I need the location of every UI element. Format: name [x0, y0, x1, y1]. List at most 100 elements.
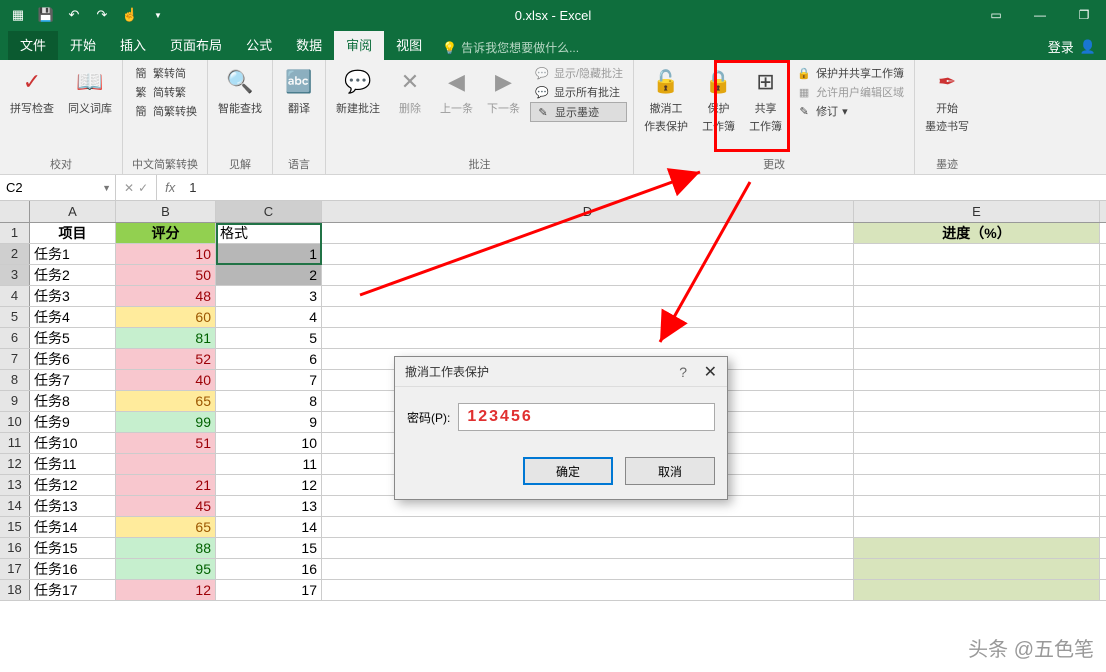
cell[interactable]: [322, 286, 854, 306]
menu-review[interactable]: 审阅: [334, 31, 384, 60]
cell[interactable]: 项目: [30, 223, 116, 243]
cell[interactable]: [322, 517, 854, 537]
protect-workbook-button[interactable]: 🔒保护工作簿: [698, 64, 739, 136]
trad-to-simp-button[interactable]: 簡繁转简: [129, 64, 201, 82]
cell[interactable]: 99: [116, 412, 216, 432]
cell[interactable]: 任务8: [30, 391, 116, 411]
chevron-down-icon[interactable]: ▼: [102, 183, 111, 193]
cell[interactable]: 48: [116, 286, 216, 306]
cell[interactable]: 81: [116, 328, 216, 348]
row-header[interactable]: 13: [0, 475, 30, 495]
menu-file[interactable]: 文件: [8, 31, 58, 60]
row-header[interactable]: 4: [0, 286, 30, 306]
row-header[interactable]: 8: [0, 370, 30, 390]
share-workbook-button[interactable]: ⊞共享工作簿: [745, 64, 786, 136]
save-icon[interactable]: 💾: [38, 7, 54, 23]
simp-to-trad-button[interactable]: 繁简转繁: [129, 83, 201, 101]
cell[interactable]: [854, 286, 1100, 306]
show-hide-comment-button[interactable]: 💬显示/隐藏批注: [530, 64, 627, 82]
select-all-corner[interactable]: [0, 201, 30, 222]
cell[interactable]: 51: [116, 433, 216, 453]
formula-input[interactable]: 1: [183, 180, 1106, 195]
cell[interactable]: 格式: [216, 223, 322, 243]
cell[interactable]: 任务16: [30, 559, 116, 579]
login-button[interactable]: 登录👤: [1048, 37, 1096, 60]
cell[interactable]: 评分: [116, 223, 216, 243]
row-header[interactable]: 5: [0, 307, 30, 327]
cell[interactable]: [322, 265, 854, 285]
cell[interactable]: [854, 475, 1100, 495]
cell[interactable]: 14: [216, 517, 322, 537]
row-header[interactable]: 1: [0, 223, 30, 243]
cell[interactable]: 5: [216, 328, 322, 348]
cell[interactable]: [854, 265, 1100, 285]
minimize-icon[interactable]: —: [1018, 0, 1062, 30]
cell[interactable]: 任务10: [30, 433, 116, 453]
menu-data[interactable]: 数据: [284, 31, 334, 60]
cell[interactable]: 任务11: [30, 454, 116, 474]
row-header[interactable]: 11: [0, 433, 30, 453]
password-input[interactable]: 123456: [458, 403, 715, 431]
menu-view[interactable]: 视图: [384, 31, 434, 60]
cell[interactable]: 任务3: [30, 286, 116, 306]
chinese-convert-button[interactable]: 簡简繁转换: [129, 102, 201, 120]
menu-insert[interactable]: 插入: [108, 31, 158, 60]
new-comment-button[interactable]: 💬新建批注: [332, 64, 384, 118]
cell[interactable]: [322, 328, 854, 348]
row-header[interactable]: 18: [0, 580, 30, 600]
touch-mode-icon[interactable]: ☝: [122, 7, 138, 23]
cell[interactable]: [322, 538, 854, 558]
cell[interactable]: [854, 517, 1100, 537]
cell[interactable]: 95: [116, 559, 216, 579]
cell[interactable]: [116, 454, 216, 474]
allow-edit-ranges-button[interactable]: ▦允许用户编辑区域: [792, 83, 908, 101]
next-comment-button[interactable]: ▶下一条: [483, 64, 524, 118]
close-icon[interactable]: ✕: [704, 362, 717, 382]
row-header[interactable]: 6: [0, 328, 30, 348]
cell[interactable]: [854, 370, 1100, 390]
cell[interactable]: 任务5: [30, 328, 116, 348]
row-header[interactable]: 12: [0, 454, 30, 474]
cell[interactable]: 9: [216, 412, 322, 432]
menu-home[interactable]: 开始: [58, 31, 108, 60]
cell[interactable]: 17: [216, 580, 322, 600]
row-header[interactable]: 2: [0, 244, 30, 264]
col-header-A[interactable]: A: [30, 201, 116, 222]
cell[interactable]: [322, 307, 854, 327]
enter-icon[interactable]: ✓: [138, 181, 148, 195]
cell[interactable]: 21: [116, 475, 216, 495]
cell[interactable]: 6: [216, 349, 322, 369]
cell[interactable]: [322, 559, 854, 579]
name-box[interactable]: C2▼: [0, 175, 116, 200]
cell[interactable]: 11: [216, 454, 322, 474]
customize-qat-icon[interactable]: ▼: [150, 7, 166, 23]
cell[interactable]: [854, 391, 1100, 411]
cell[interactable]: 任务17: [30, 580, 116, 600]
cell[interactable]: [854, 559, 1100, 579]
translate-button[interactable]: 🔤翻译: [279, 64, 319, 118]
col-header-B[interactable]: B: [116, 201, 216, 222]
cell[interactable]: 2: [216, 265, 322, 285]
cancel-icon[interactable]: ✕: [124, 181, 134, 195]
cell[interactable]: [854, 496, 1100, 516]
cell[interactable]: 12: [116, 580, 216, 600]
menu-pagelayout[interactable]: 页面布局: [158, 31, 234, 60]
cell[interactable]: 4: [216, 307, 322, 327]
cell[interactable]: [854, 454, 1100, 474]
cell[interactable]: [854, 349, 1100, 369]
cell[interactable]: [854, 580, 1100, 600]
restore-icon[interactable]: ❐: [1062, 0, 1106, 30]
cancel-button[interactable]: 取消: [625, 457, 715, 485]
cell[interactable]: [854, 412, 1100, 432]
cell[interactable]: 任务15: [30, 538, 116, 558]
fx-icon[interactable]: fx: [157, 180, 183, 195]
cell[interactable]: 16: [216, 559, 322, 579]
start-ink-button[interactable]: ✒开始墨迹书写: [921, 64, 973, 136]
cell[interactable]: [854, 538, 1100, 558]
cell[interactable]: 10: [216, 433, 322, 453]
prev-comment-button[interactable]: ◀上一条: [436, 64, 477, 118]
cell[interactable]: 10: [116, 244, 216, 264]
cell[interactable]: 任务7: [30, 370, 116, 390]
cell[interactable]: [854, 328, 1100, 348]
show-ink-button[interactable]: ✎显示墨迹: [530, 102, 627, 122]
